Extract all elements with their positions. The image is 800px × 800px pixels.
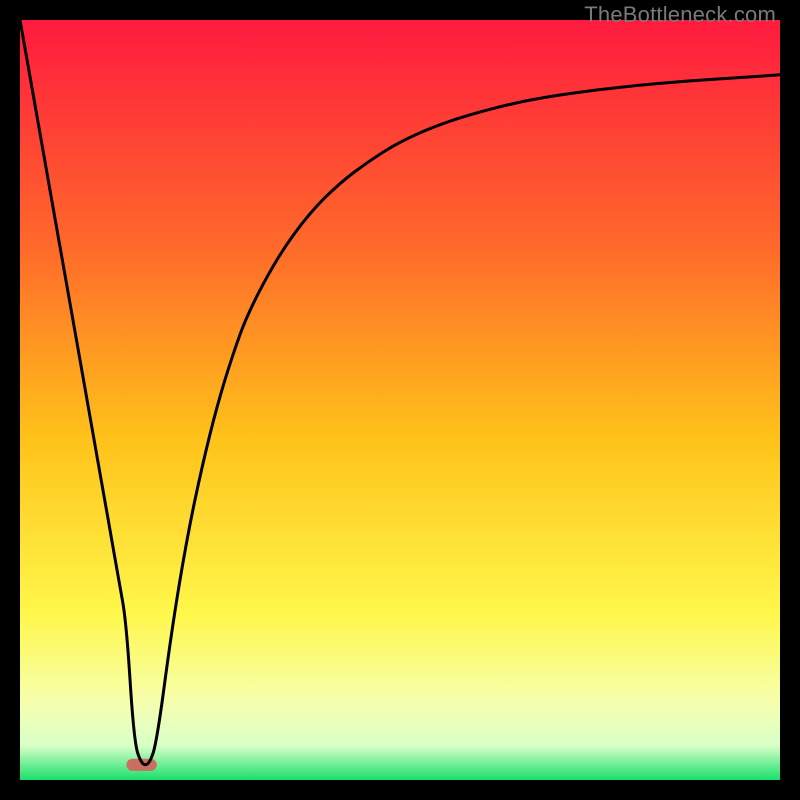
chart-svg [20, 20, 780, 780]
chart-frame [20, 20, 780, 780]
gradient-background [20, 20, 780, 780]
watermark-text: TheBottleneck.com [584, 2, 776, 28]
